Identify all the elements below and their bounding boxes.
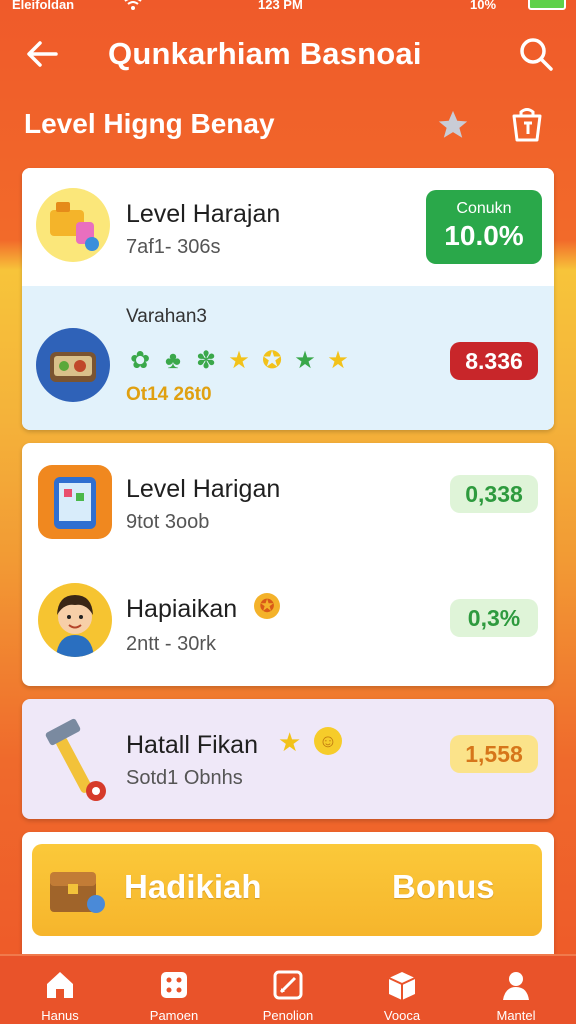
treasure-chest-icon bbox=[44, 858, 108, 922]
edit-icon bbox=[271, 968, 305, 1002]
nav-item-profile[interactable]: Mantel bbox=[466, 956, 566, 1024]
bonus-banner[interactable]: Hadikiah Bonus bbox=[32, 844, 542, 936]
badge-value: 10.0% bbox=[444, 220, 524, 251]
level-row[interactable]: Varahan3 ✿ ♣ ✽ ★ ✪ ★ ★ Ot14 26t0 8.336 bbox=[22, 286, 554, 430]
profile-icon bbox=[499, 968, 533, 1002]
emoji-icon: ☺ bbox=[314, 727, 342, 755]
level-subtitle: Sotd1 Obnhs bbox=[126, 767, 243, 789]
level-title: Varahan3 bbox=[126, 306, 207, 327]
star-icon: ✪ bbox=[261, 347, 283, 374]
star-icon[interactable] bbox=[436, 108, 470, 142]
nav-label: Vooca bbox=[383, 1008, 421, 1023]
wifi-icon bbox=[124, 0, 142, 14]
battery-label: 10% bbox=[470, 0, 497, 12]
star-icon: ★ bbox=[294, 347, 316, 374]
level-title: Hatall Fikan bbox=[126, 731, 258, 759]
page-title: Level Higng Benay bbox=[24, 108, 275, 139]
rating-stars: ✿ ♣ ✽ ★ ✪ ★ ★ bbox=[126, 346, 357, 376]
level-subtitle: 9tot 3oob bbox=[126, 511, 210, 533]
badge-label: Conukn bbox=[456, 200, 512, 217]
avatar bbox=[38, 583, 112, 657]
status-bar: Eleifoldan 123 PM 10% bbox=[0, 0, 576, 14]
level-title: Level Harigan bbox=[126, 475, 281, 503]
search-icon[interactable] bbox=[516, 34, 556, 74]
nav-item-edit[interactable]: Penolion bbox=[238, 956, 338, 1024]
bonus-title: Hadikiah bbox=[124, 868, 262, 905]
score-badge[interactable]: 0,338 bbox=[450, 475, 538, 513]
coin-icon: ✪ bbox=[254, 593, 280, 619]
level-row[interactable]: Level Harajan 7af1- 306s Conukn 10.0% bbox=[22, 168, 554, 286]
nav-label: Mantel bbox=[496, 1008, 536, 1023]
back-arrow-icon[interactable] bbox=[22, 34, 62, 74]
tablet-icon bbox=[38, 465, 112, 539]
carrier-label: Eleifoldan bbox=[12, 0, 75, 12]
app-bar: Qunkarhiam Basnoai bbox=[0, 24, 576, 84]
clock-label: 123 PM bbox=[258, 0, 303, 12]
score-badge[interactable]: 0,3% bbox=[450, 599, 538, 637]
home-icon bbox=[43, 968, 77, 1002]
box-icon bbox=[385, 968, 419, 1002]
leaf-icon: ✿ bbox=[129, 347, 151, 374]
leaf-icon: ✽ bbox=[195, 347, 217, 374]
level-card-primary[interactable]: Level Harajan 7af1- 306s Conukn 10.0% Va… bbox=[22, 168, 554, 430]
bonus-card[interactable]: Hadikiah Bonus bbox=[22, 832, 554, 962]
score-badge[interactable]: 1,558 bbox=[450, 735, 538, 773]
level-title: Level Harajan bbox=[126, 200, 281, 228]
toolbox-icon bbox=[36, 188, 110, 262]
star-icon: ★ bbox=[228, 347, 250, 374]
level-title: Hapiaikan bbox=[126, 595, 238, 623]
hammer-icon bbox=[40, 715, 120, 803]
star-icon: ★ bbox=[278, 727, 302, 757]
shopping-bag-icon[interactable] bbox=[506, 104, 548, 146]
app-title: Qunkarhiam Basnoai bbox=[108, 36, 422, 71]
score-badge[interactable]: 8.336 bbox=[450, 342, 538, 380]
lunchbox-icon bbox=[36, 328, 110, 402]
nav-item-games[interactable]: Pamoen bbox=[124, 956, 224, 1024]
nav-label: Hanus bbox=[41, 1008, 79, 1023]
star-icon: ★ bbox=[327, 347, 349, 374]
battery-icon bbox=[528, 0, 566, 10]
bottom-nav: Hanus Pamoen Penolion Vooca Mantel bbox=[0, 954, 576, 1024]
level-card[interactable]: Hatall Fikan ★ ☺ Sotd1 Obnhs 1,558 bbox=[22, 699, 554, 819]
level-subtitle: 7af1- 306s bbox=[126, 236, 221, 258]
level-stat: Ot14 26t0 bbox=[126, 384, 212, 405]
level-subtitle: 2ntt - 30rk bbox=[126, 633, 217, 655]
nav-label: Pamoen bbox=[149, 1008, 199, 1023]
dice-icon bbox=[157, 968, 191, 1002]
nav-label: Penolion bbox=[262, 1008, 314, 1023]
completion-badge[interactable]: Conukn 10.0% bbox=[426, 190, 542, 264]
level-card[interactable]: Level Harigan 9tot 3oob 0,338 Hapiaikan … bbox=[22, 443, 554, 686]
nav-item-home[interactable]: Hanus bbox=[10, 956, 110, 1024]
nav-item-box[interactable]: Vooca bbox=[352, 956, 452, 1024]
bonus-label: Bonus bbox=[392, 868, 495, 905]
leaf-icon: ♣ bbox=[165, 347, 181, 374]
